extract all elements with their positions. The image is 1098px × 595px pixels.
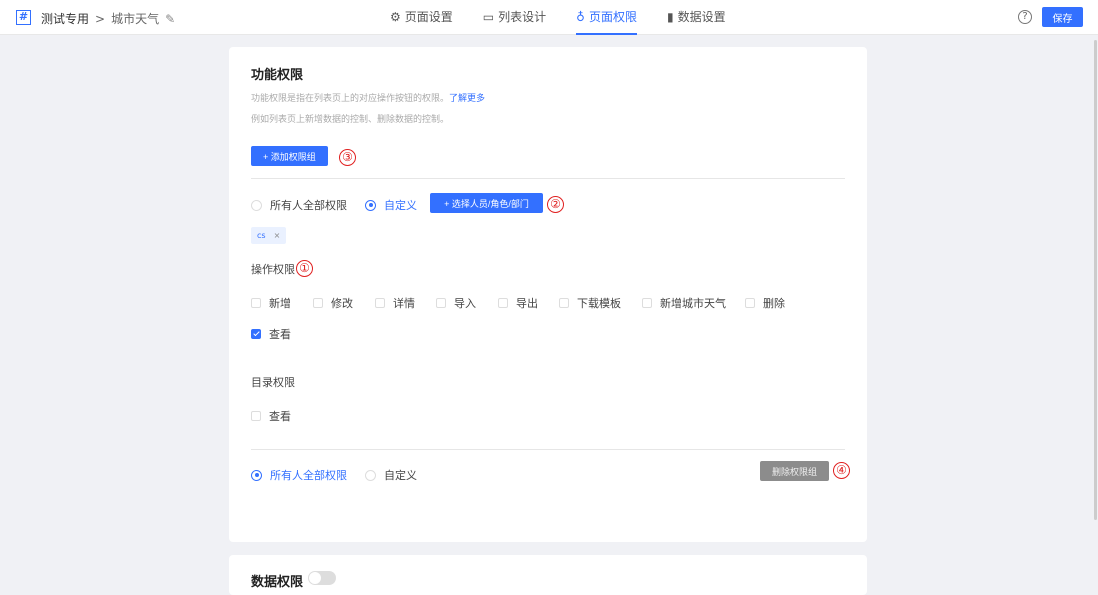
checkbox-view[interactable]: 查看: [251, 326, 291, 342]
section-title: 数据权限: [251, 575, 304, 590]
divider: [251, 178, 845, 179]
tab-page-permissions[interactable]: ♁ 页面权限: [576, 0, 637, 35]
checkbox-icon: [313, 298, 323, 308]
description: 功能权限是指在列表页上的对应操作按钮的权限。了解更多: [251, 94, 486, 104]
radio-custom[interactable]: 自定义: [365, 197, 417, 213]
checkbox-icon: [642, 298, 652, 308]
save-button[interactable]: 保存: [1042, 7, 1083, 27]
checkbox-download-template[interactable]: 下载模板: [559, 295, 621, 311]
tab-bar: ⚙ 页面设置 ▭ 列表设计 ♁ 页面权限 ▮ 数据设置: [390, 0, 756, 35]
function-permission-card: 功能权限 功能权限是指在列表页上的对应操作按钮的权限。了解更多 例如列表页上新增…: [229, 47, 867, 542]
annotation-4: ④: [833, 462, 850, 479]
section-title: 功能权限: [251, 68, 304, 83]
checkbox-icon: [745, 298, 755, 308]
directory-permissions-label: 目录权限: [251, 376, 295, 389]
checkbox-icon: [559, 298, 569, 308]
description-example: 例如列表页上新增数据的控制、删除数据的控制。: [251, 115, 450, 125]
checkbox-icon: [251, 411, 261, 421]
checkbox-add-city-weather[interactable]: 新增城市天气: [642, 295, 726, 311]
app-logo-icon: #: [16, 10, 31, 25]
checkbox-export[interactable]: 导出: [498, 295, 538, 311]
help-icon[interactable]: ?: [1018, 10, 1032, 24]
chart-icon: ▮: [666, 10, 674, 24]
checkbox-checked-icon: [251, 329, 261, 339]
learn-more-link[interactable]: 了解更多: [449, 94, 485, 104]
select-members-button[interactable]: + 选择人员/角色/部门: [430, 193, 543, 213]
checkbox-edit[interactable]: 修改: [313, 295, 353, 311]
tab-list-design[interactable]: ▭ 列表设计: [483, 0, 546, 35]
checkbox-icon: [498, 298, 508, 308]
radio-icon: [251, 469, 262, 481]
checkbox-detail[interactable]: 详情: [375, 295, 415, 311]
gear-icon: ⚙: [390, 10, 401, 24]
operation-permissions-label: 操作权限: [251, 263, 295, 276]
key-icon: ♁: [576, 10, 585, 24]
delete-permission-group-button[interactable]: 删除权限组: [760, 461, 829, 481]
annotation-1: ①: [296, 260, 313, 277]
member-tag: cs ×: [251, 227, 287, 244]
radio-icon: [365, 199, 376, 211]
radio-icon: [365, 469, 376, 481]
breadcrumb-page: 城市天气: [111, 12, 160, 26]
top-bar: # 测试专用 > 城市天气 ✎ ⚙ 页面设置 ▭ 列表设计 ♁ 页面权限 ▮ 数据设置 …: [0, 0, 1098, 35]
annotation-2: ②: [547, 196, 564, 213]
scrollbar[interactable]: [1094, 40, 1097, 520]
breadcrumb: 测试专用 > 城市天气 ✎: [41, 10, 175, 27]
checkbox-icon: [436, 298, 446, 308]
checkbox-add[interactable]: 新增: [251, 295, 291, 311]
radio-all-permissions[interactable]: 所有人全部权限: [251, 197, 347, 213]
checkbox-delete[interactable]: 删除: [745, 295, 785, 311]
tab-data-settings[interactable]: ▮ 数据设置: [667, 0, 726, 35]
radio-all-permissions-2[interactable]: 所有人全部权限: [251, 467, 347, 483]
data-permission-toggle[interactable]: [308, 571, 336, 585]
breadcrumb-separator: >: [95, 11, 106, 26]
tab-page-settings[interactable]: ⚙ 页面设置: [390, 0, 453, 35]
checkbox-icon: [375, 298, 385, 308]
close-icon[interactable]: ×: [274, 231, 281, 240]
list-icon: ▭: [482, 10, 495, 24]
radio-custom-2[interactable]: 自定义: [365, 467, 417, 483]
divider: [251, 449, 845, 450]
checkbox-import[interactable]: 导入: [436, 295, 476, 311]
edit-icon[interactable]: ✎: [165, 12, 175, 26]
annotation-3: ③: [339, 149, 356, 166]
add-permission-group-button[interactable]: + 添加权限组: [251, 146, 328, 166]
checkbox-icon: [251, 298, 261, 308]
checkbox-directory-view[interactable]: 查看: [251, 408, 291, 424]
breadcrumb-app[interactable]: 测试专用: [41, 10, 89, 27]
radio-icon: [251, 199, 262, 211]
data-permission-card: 数据权限: [229, 555, 867, 595]
